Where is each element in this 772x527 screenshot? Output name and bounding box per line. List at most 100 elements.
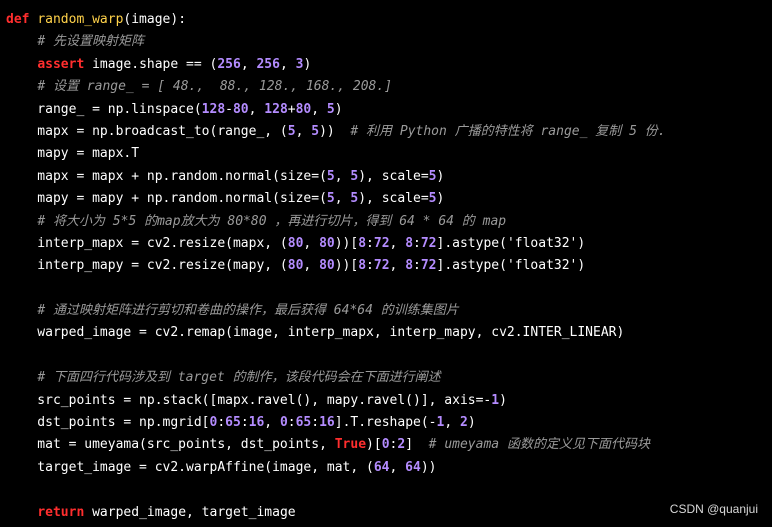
code-text: ))[ [334, 235, 359, 251]
keyword-token: def [6, 12, 30, 27]
keyword-token: True [334, 437, 367, 453]
code-line: range_ = np.linspace(128-80, 128+80, 5) [6, 99, 772, 121]
number-literal: 80 [319, 258, 335, 274]
code-text: , [240, 56, 257, 72]
code-text: ].astype('float32') [436, 258, 586, 274]
code-line: # 先设置映射矩阵 [6, 31, 772, 53]
code-text: : [240, 415, 249, 431]
number-literal: 5 [311, 123, 320, 139]
code-line: mapx = mapx + np.random.normal(size=(5, … [6, 166, 772, 188]
number-literal: 0 [279, 415, 288, 431]
code-line: assert image.shape == (256, 256, 3) [6, 54, 772, 76]
code-text: mapy = mapx.T [6, 146, 140, 162]
number-literal: 72 [373, 235, 390, 251]
number-literal: 128 [264, 101, 288, 117]
code-text: ].astype('float32') [436, 235, 586, 251]
code-text: image.shape == ( [84, 56, 218, 72]
code-text: ), scale= [358, 191, 429, 207]
number-literal: 80 [287, 235, 304, 251]
number-literal: 65 [225, 415, 241, 431]
code-text: : [311, 415, 320, 431]
code-comment: # 设置 range_ = [ 48., 88., 128., 168., 20… [37, 79, 393, 95]
number-literal: 80 [295, 101, 312, 117]
code-text: , [311, 101, 327, 117]
number-literal: 256 [256, 56, 280, 72]
watermark-label: CSDN @quanjui [669, 502, 758, 516]
number-literal: 65 [295, 415, 312, 431]
code-text: , [334, 168, 351, 184]
code-line: mapy = mapy + np.random.normal(size=(5, … [6, 188, 772, 210]
number-literal: 64 [405, 459, 421, 475]
code-text: : [217, 415, 226, 431]
operator-token: + [131, 168, 140, 184]
code-comment: # 利用 Python 广播的特性将 range_ 复制 5 份. [350, 123, 666, 139]
code-text: mapx = np.broadcast_to(range_, ( [6, 123, 288, 139]
code-text: target_image = cv2.warpAffine(image, mat… [6, 459, 374, 475]
code-text: , [389, 459, 406, 475]
code-editor[interactable]: def random_warp(image): # 先设置映射矩阵 assert… [0, 0, 772, 527]
code-text: )[ [366, 437, 382, 453]
number-literal: 1 [491, 392, 500, 408]
code-text: + [287, 101, 296, 117]
number-literal: 8 [405, 258, 414, 274]
code-text: , [389, 235, 406, 251]
code-line: # 通过映射矩阵进行剪切和卷曲的操作，最后获得 64*64 的训练集图片 [6, 300, 772, 322]
code-comment: # 下面四行代码涉及到 target 的制作，该段代码会在下面进行阐述 [37, 370, 441, 386]
number-literal: 2 [397, 437, 406, 453]
code-line: src_points = np.stack([mapx.ravel(), map… [6, 390, 772, 412]
code-text: : [366, 258, 374, 274]
code-text: ].T.reshape(- [334, 415, 437, 431]
code-text: interp_mapy = cv2.resize(mapy, ( [6, 258, 288, 274]
code-text: range_ = np.linspace( [6, 101, 202, 117]
number-literal: 2 [459, 415, 468, 431]
code-line: dst_points = np.mgrid[0:65:16, 0:65:16].… [6, 412, 772, 434]
number-literal: 8 [358, 258, 367, 274]
code-line: mapx = np.broadcast_to(range_, (5, 5)) #… [6, 121, 772, 143]
number-literal: 16 [248, 415, 265, 431]
code-text: np.random.normal(size=( [139, 191, 327, 207]
number-literal: 8 [358, 235, 367, 251]
number-literal: 80 [319, 235, 335, 251]
code-text: , [279, 56, 296, 72]
code-text: - [225, 101, 233, 117]
code-text: ) [303, 56, 312, 72]
number-literal: 64 [373, 459, 390, 475]
code-text: , [248, 101, 265, 117]
function-name-token: random_warp [37, 12, 124, 27]
code-text: src_points = np.stack([mapx.ravel(), map… [6, 392, 492, 408]
number-literal: 128 [201, 101, 226, 117]
code-comment: # 通过映射矩阵进行剪切和卷曲的操作，最后获得 64*64 的训练集图片 [37, 303, 459, 319]
code-block[interactable]: def random_warp(image): # 先设置映射矩阵 assert… [6, 9, 772, 524]
code-comment: # 先设置映射矩阵 [37, 34, 144, 50]
code-line: warped_image = cv2.remap(image, interp_m… [6, 322, 772, 344]
code-text: ) [436, 191, 445, 207]
operator-token: + [131, 191, 140, 207]
code-line: # 将大小为 5*5 的map放大为 80*80 ，再进行切片，得到 64 * … [6, 211, 772, 233]
number-literal: 256 [217, 56, 241, 72]
number-literal: 8 [405, 235, 414, 251]
code-text: )) [319, 123, 351, 139]
code-line: return warped_image, target_image [6, 502, 772, 524]
code-text: , [444, 415, 460, 431]
code-text: : [413, 235, 421, 251]
code-text: np.random.normal(size=( [139, 168, 327, 184]
code-text: ) [499, 392, 507, 408]
code-line: interp_mapy = cv2.resize(mapy, (80, 80))… [6, 255, 772, 277]
number-literal: 72 [420, 235, 437, 251]
code-text: , [334, 191, 351, 207]
number-literal: 72 [373, 258, 390, 274]
code-text: interp_mapx = cv2.resize(mapx, ( [6, 235, 288, 251]
number-literal: 5 [326, 168, 335, 184]
code-text: , [264, 415, 280, 431]
number-literal: 0 [381, 437, 390, 453]
number-literal: 5 [326, 101, 335, 117]
code-line: target_image = cv2.warpAffine(image, mat… [6, 457, 772, 479]
